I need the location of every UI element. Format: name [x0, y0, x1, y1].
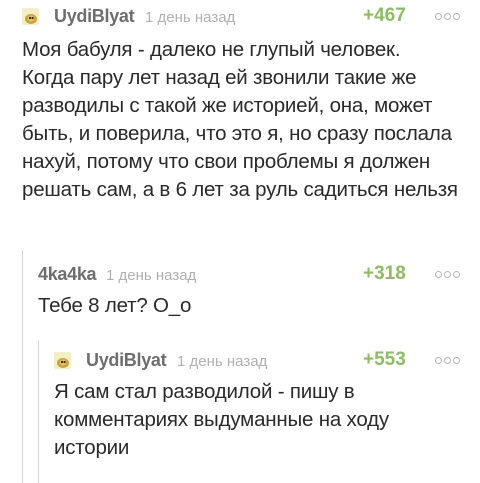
timestamp: 1 день назад	[177, 353, 268, 370]
rating: +467	[363, 5, 406, 26]
comment-text: Я сам стал разводилой - пишу в комментар…	[54, 380, 389, 459]
comment-text: Тебе 8 лет? O_o	[38, 294, 192, 317]
more-options-icon[interactable]	[435, 9, 460, 20]
comment-header: 4ka4ka 1 день назад +318	[38, 262, 472, 288]
comment-1: UydiBlyat 1 день назад +467 Моя бабуля -…	[22, 4, 472, 204]
comment-2: 4ka4ka 1 день назад +318 Тебе 8 лет? O_o	[38, 262, 472, 320]
rating: +318	[363, 263, 406, 284]
rating: +553	[363, 349, 406, 370]
comment-header: UydiBlyat 1 день назад +553	[54, 348, 472, 374]
author-name[interactable]: UydiBlyat	[54, 6, 135, 27]
avatar-icon[interactable]	[22, 8, 39, 25]
thread-line[interactable]	[22, 250, 23, 483]
author-name[interactable]: UydiBlyat	[86, 350, 167, 371]
comment-header: UydiBlyat 1 день назад +467	[22, 4, 472, 30]
avatar-icon[interactable]	[54, 352, 71, 369]
timestamp: 1 день назад	[106, 267, 197, 284]
more-options-icon[interactable]	[435, 353, 460, 364]
comment-3: UydiBlyat 1 день назад +553 Я сам стал р…	[54, 348, 472, 462]
more-options-icon[interactable]	[435, 267, 460, 278]
author-name[interactable]: 4ka4ka	[38, 264, 97, 285]
timestamp: 1 день назад	[145, 9, 236, 26]
thread-line[interactable]	[38, 340, 39, 483]
comment-text: Моя бабуля - далеко не глупый человек. К…	[22, 38, 458, 201]
